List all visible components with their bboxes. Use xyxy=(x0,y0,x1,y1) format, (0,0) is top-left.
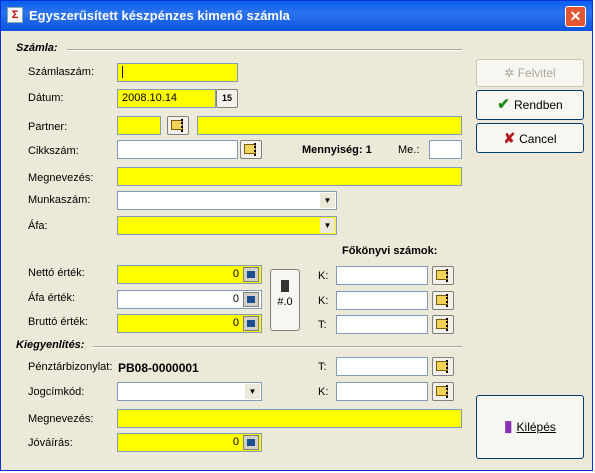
t-label: T: xyxy=(318,361,327,373)
section-divider xyxy=(93,346,462,348)
door-exit-icon: ▮ xyxy=(504,418,517,435)
brutto-label: Bruttó érték: xyxy=(28,316,88,328)
k-lookup-button[interactable] xyxy=(432,382,454,401)
fokonyv-title: Főkönyvi számok: xyxy=(342,245,438,257)
k-label: K: xyxy=(318,386,329,398)
mennyiseg-label: Mennyiség: 1 xyxy=(302,144,372,156)
chevron-down-icon: ▼ xyxy=(320,218,335,233)
partner-name-input[interactable] xyxy=(197,116,462,135)
window-title: Egyszerűsített készpénzes kimenő számla xyxy=(29,8,290,23)
calendar-button[interactable]: 15 xyxy=(216,89,238,108)
partner-code-input[interactable] xyxy=(117,116,161,135)
me-input[interactable] xyxy=(429,140,462,159)
close-button[interactable]: ✕ xyxy=(565,6,586,27)
fokonyv-input[interactable] xyxy=(336,266,428,285)
penztar-label: Pénztárbizonylat: xyxy=(28,361,113,373)
partner-label: Partner: xyxy=(28,121,68,133)
jogcim-select[interactable]: ▼ xyxy=(117,382,262,401)
checkmark-icon: ✔ xyxy=(497,96,515,113)
section-szamla: Számla: xyxy=(16,42,58,54)
title-bar: Σ Egyszerűsített készpénzes kimenő száml… xyxy=(1,1,592,31)
close-icon: ✕ xyxy=(569,8,582,24)
felvitel-button[interactable]: ✲ Felvitel xyxy=(476,59,584,87)
afa-select[interactable]: ▼ xyxy=(117,216,337,235)
chevron-down-icon: ▼ xyxy=(320,193,335,208)
cikkszam-lookup-button[interactable] xyxy=(240,140,262,159)
dialog-window: Σ Egyszerűsített készpénzes kimenő száml… xyxy=(0,0,593,471)
fokonyv-lookup-button[interactable] xyxy=(432,266,454,285)
penztar-value: PB08-0000001 xyxy=(118,361,199,375)
fokonyv-row-label: T: xyxy=(318,319,327,331)
fokonyv-lookup-button[interactable] xyxy=(432,291,454,310)
section-divider xyxy=(67,49,462,51)
x-icon: ✘ xyxy=(503,130,520,146)
fokonyv-row-label: K: xyxy=(318,270,329,282)
jovairas-label: Jóváírás: xyxy=(28,437,73,449)
kilepes-button[interactable]: ▮ Kilépés xyxy=(476,395,584,459)
netto-input[interactable]: 0 xyxy=(117,265,262,284)
megnevezes-input[interactable] xyxy=(117,167,462,186)
afa-ertek-label: Áfa érték: xyxy=(28,292,76,304)
section-kiegyenlites: Kiegyenlítés: xyxy=(16,339,85,351)
datum-label: Dátum: xyxy=(28,92,64,104)
text-cursor xyxy=(122,66,123,79)
round-button[interactable]: #.0 xyxy=(270,269,300,331)
sparkle-icon: ✲ xyxy=(504,66,518,80)
jovairas-input[interactable]: 0 xyxy=(117,433,262,452)
jogcim-label: Jogcímkód: xyxy=(28,386,85,398)
calendar-icon: 15 xyxy=(221,93,232,103)
brutto-input[interactable]: 0 xyxy=(117,314,262,333)
fokonyv-input[interactable] xyxy=(336,291,428,310)
fokonyv-row-label: K: xyxy=(318,295,329,307)
cikkszam-input[interactable] xyxy=(117,140,238,159)
netto-label: Nettó érték: xyxy=(28,267,85,279)
kieg-megnevezes-label: Megnevezés: xyxy=(28,413,94,425)
dialog-content: Számla: Számlaszám: Dátum: 2008.10.14 15… xyxy=(1,31,592,470)
app-icon: Σ xyxy=(7,7,23,23)
t-lookup-button[interactable] xyxy=(432,357,454,376)
pen-icon xyxy=(281,280,289,292)
kieg-megnevezes-input[interactable] xyxy=(117,409,462,428)
cancel-button[interactable]: ✘ Cancel xyxy=(476,123,584,153)
partner-lookup-button[interactable] xyxy=(167,116,189,135)
szamlaszam-input[interactable] xyxy=(117,63,238,82)
t-input[interactable] xyxy=(336,357,428,376)
me-label: Me.: xyxy=(398,144,420,156)
afa-label: Áfa: xyxy=(28,220,48,232)
chevron-down-icon: ▼ xyxy=(245,384,260,399)
megnevezes-label: Megnevezés: xyxy=(28,172,94,184)
fokonyv-input[interactable] xyxy=(336,315,428,334)
szamlaszam-label: Számlaszám: xyxy=(28,66,95,78)
cikkszam-label: Cikkszám: xyxy=(28,145,79,157)
afa-ertek-input[interactable]: 0 xyxy=(117,290,262,309)
calculator-icon[interactable] xyxy=(243,435,259,450)
calculator-icon[interactable] xyxy=(243,316,259,331)
rendben-button[interactable]: ✔ Rendben xyxy=(476,90,584,120)
k-input[interactable] xyxy=(336,382,428,401)
calculator-icon[interactable] xyxy=(243,292,259,307)
fokonyv-lookup-button[interactable] xyxy=(432,315,454,334)
munkaszam-select[interactable]: ▼ xyxy=(117,191,337,210)
calculator-icon[interactable] xyxy=(243,267,259,282)
munkaszam-label: Munkaszám: xyxy=(28,194,91,206)
datum-input[interactable]: 2008.10.14 xyxy=(117,89,216,108)
